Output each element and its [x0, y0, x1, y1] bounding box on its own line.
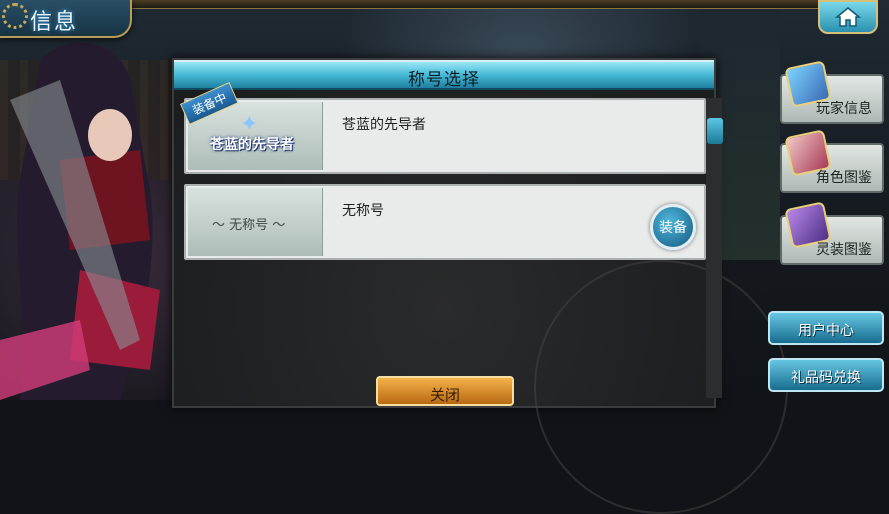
title-emblem-text: 苍蓝的先导者	[210, 137, 294, 153]
menu-label: 角色图鉴	[816, 170, 872, 186]
menu-label: 灵装图鉴	[816, 242, 872, 258]
screen-title-plaque: 信息	[0, 0, 132, 38]
home-button[interactable]	[818, 0, 878, 34]
top-frame-bar	[128, 0, 818, 9]
equip-button[interactable]: 装备	[650, 204, 696, 250]
menu-player-info[interactable]: 玩家信息	[780, 60, 884, 124]
close-button[interactable]: 关闭	[376, 376, 514, 406]
list-scrollbar-thumb[interactable]	[707, 118, 723, 144]
dialog-title: 称号选择	[408, 70, 480, 90]
menu-label: 玩家信息	[816, 101, 872, 117]
menu-equipment-gallery[interactable]: 灵装图鉴	[780, 201, 884, 265]
user-center-button[interactable]: 用户中心	[768, 311, 884, 345]
title-row-none[interactable]: ～ 无称号 ～ 无称号 装备	[184, 184, 706, 260]
home-icon	[835, 7, 861, 27]
screen-title: 信息	[30, 10, 79, 35]
gear-ornament-icon	[2, 3, 28, 29]
gift-code-button[interactable]: 礼品码兑换	[768, 358, 884, 392]
title-row-equipped[interactable]: ✦ 苍蓝的先导者 装备中 苍蓝的先导者	[180, 82, 706, 174]
title-emblem-box: ～ 无称号 ～	[188, 188, 323, 256]
dialog-header: 称号选择	[174, 60, 714, 90]
menu-character-gallery[interactable]: 角色图鉴	[780, 129, 884, 193]
title-name: 无称号	[342, 203, 384, 219]
title-name: 苍蓝的先导者	[342, 117, 426, 133]
compass-decoration	[534, 260, 788, 514]
no-title-emblem-text: ～ 无称号 ～	[212, 218, 286, 233]
